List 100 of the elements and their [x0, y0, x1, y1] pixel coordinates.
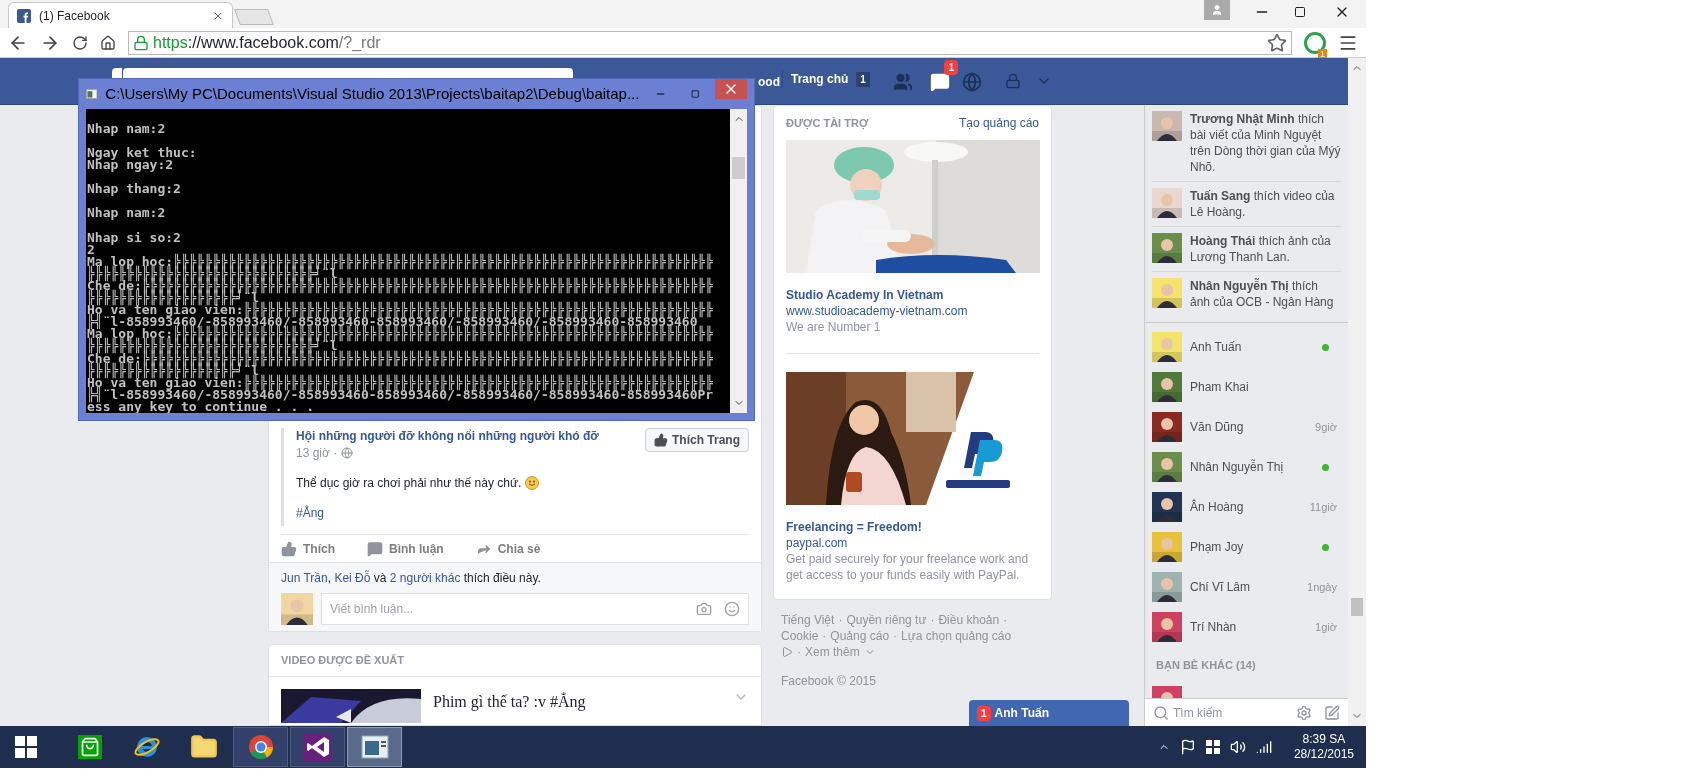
- search-placeholder: Tìm kiếm: [1173, 704, 1224, 722]
- section-header: BẠN BÈ KHÁC (14): [1156, 658, 1257, 674]
- last-active: 1giờ: [1315, 619, 1337, 635]
- extension-badge: 1: [1318, 48, 1327, 59]
- taskbar-app[interactable]: [290, 727, 345, 767]
- clock[interactable]: 8:39 SA 28/12/2015: [1293, 732, 1354, 762]
- profile-link[interactable]: Jun Trần: [281, 571, 328, 585]
- browser-tab[interactable]: (1) Facebook: [8, 2, 233, 28]
- ad-title[interactable]: Freelancing = Freedom!: [786, 519, 1039, 535]
- video-title[interactable]: Phim gì thế ta? :v #Ẳng: [433, 693, 721, 723]
- last-active: 9giờ: [1315, 419, 1337, 435]
- speech-bubble-icon: [367, 540, 383, 557]
- ad-choices-icon[interactable]: [781, 646, 793, 658]
- star-icon[interactable]: [1267, 32, 1287, 53]
- lock-icon: [133, 34, 149, 51]
- infinity-icon[interactable]: [303, 733, 332, 761]
- window-title: C:\Users\My PC\Documents\Visual Studio 2013\Projects\baitap2\Debug\baitap...: [105, 83, 640, 104]
- ticker-text[interactable]: Trương Nhật Minh thích bài viết của Minh Nguyệt trên Dòng thời gian của Mýý Nhõ.: [1190, 111, 1341, 175]
- window-icon[interactable]: [360, 735, 389, 759]
- ad-url[interactable]: www.studioacademy-vietnam.com: [786, 303, 1039, 319]
- action-link[interactable]: Chia sẻ: [497, 539, 541, 558]
- post-time: 13 giờ ·: [296, 445, 338, 462]
- comment-placeholder: Viết bình luận...: [330, 601, 415, 618]
- scroll-thumb[interactable]: [732, 156, 745, 179]
- chat-contact[interactable]: Nhân Nguyễn Thị: [1152, 447, 1341, 487]
- flag-icon[interactable]: [1179, 739, 1196, 755]
- create-ad-link[interactable]: Tạo quảng cáo: [958, 114, 1039, 132]
- home-icon[interactable]: [100, 34, 116, 51]
- chat-contact[interactable]: Ân Hoàng 11giờ: [1152, 487, 1341, 527]
- restore-icon[interactable]: [1294, 6, 1306, 18]
- search-field[interactable]: [123, 68, 573, 78]
- hashtag-link[interactable]: #Ẳng: [296, 504, 325, 522]
- ad-title[interactable]: Studio Academy In Vietnam: [786, 287, 1039, 303]
- chat-contact[interactable]: Trí Nhàn 1giờ: [1152, 607, 1341, 647]
- windows-logo-icon[interactable]: [15, 736, 37, 758]
- action-link[interactable]: Bình luận: [389, 539, 444, 558]
- windows-logo-icon[interactable]: [1205, 740, 1220, 754]
- likes-summary: Jun Trần, Kei Đỗ và 2 người khác thích điều này.: [281, 569, 542, 587]
- store-icon[interactable]: [77, 735, 102, 759]
- messages-icon[interactable]: [930, 72, 950, 92]
- like-page-button[interactable]: Thích Trang: [645, 428, 749, 452]
- notification-badge: 1: [944, 60, 958, 75]
- separator: ·: [893, 628, 898, 644]
- compose-icon[interactable]: [1324, 704, 1340, 721]
- separator: ·: [838, 612, 843, 628]
- ticker-text[interactable]: Hoàng Thái thích ảnh của Lương Thanh Lan.: [1190, 233, 1341, 265]
- scroll-thumb[interactable]: [1351, 598, 1363, 616]
- signal-icon[interactable]: [1255, 739, 1272, 755]
- others-link[interactable]: 2 người khác: [389, 571, 461, 585]
- ticker-text[interactable]: Nhân Nguyễn Thị thích ảnh của OCB - Ngân Hàng: [1190, 278, 1341, 310]
- ad-description: We are Number 1: [786, 319, 882, 335]
- chat-contact[interactable]: Văn Dũng 9giờ: [1152, 407, 1341, 447]
- tab-title: (1) Facebook: [39, 7, 111, 25]
- console-line: 2: [87, 243, 95, 256]
- console-line: Nhap ngay:2: [87, 159, 175, 172]
- contact-name: Phạm Joy: [1190, 539, 1245, 556]
- folder-icon[interactable]: [189, 733, 218, 761]
- action-link[interactable]: Thích: [303, 539, 335, 558]
- separator: ·: [1003, 612, 1008, 628]
- contact-name: Nhân Nguyễn Thị: [1190, 458, 1285, 476]
- scrollbar[interactable]: [1348, 58, 1366, 726]
- chat-tab[interactable]: 1 Anh Tuấn: [969, 700, 1129, 726]
- console-icon: [86, 86, 98, 101]
- chat-contact[interactable]: Anh Tuấn: [1152, 327, 1341, 367]
- search-icon: [1153, 704, 1169, 721]
- contact-name: Trí Nhàn: [1190, 619, 1238, 636]
- home-link[interactable]: Trang chủ: [791, 70, 849, 88]
- maximize-icon[interactable]: [690, 87, 700, 100]
- close-button[interactable]: [715, 79, 747, 99]
- contact-name: Chí Vĩ Lâm: [1190, 579, 1252, 596]
- profile-link[interactable]: Kei Đỗ: [334, 571, 371, 585]
- ad-url[interactable]: paypal.com: [786, 535, 1039, 551]
- console-line: Nhap nam:2: [87, 122, 167, 135]
- reload-icon[interactable]: [72, 34, 88, 51]
- separator: ·: [797, 644, 801, 660]
- post-text: Thể dục giờ ra chơi phải như thế này chứ.: [296, 475, 522, 492]
- ad-description: Get paid securely for your freelance work and get access to your funds easily with PayPal.: [786, 551, 1030, 583]
- scrollbar[interactable]: [730, 108, 747, 413]
- separator: ·: [930, 612, 935, 628]
- contact-name: Pham Khai: [1190, 379, 1250, 396]
- chat-contact[interactable]: Chí Vĩ Lâm 1ngày: [1152, 567, 1341, 607]
- copyright: Facebook © 2015: [780, 673, 877, 690]
- contact-name: Văn Dũng: [1190, 419, 1245, 436]
- contact-name: Ân Hoàng: [1190, 498, 1245, 516]
- taskbar-app[interactable]: [233, 727, 288, 767]
- page-name[interactable]: Hội những người đỡ không nổi những người khó đỡ: [296, 428, 637, 444]
- address-bar[interactable]: https://www.facebook.com/?_rdr: [128, 30, 1292, 55]
- section-header: VIDEO ĐƯỢC ĐỀ XUẤT: [281, 653, 405, 669]
- ticker-text[interactable]: Tuấn Sang thích video của Lê Hoàng.: [1190, 188, 1341, 220]
- chat-contact[interactable]: Pham Khai: [1152, 367, 1341, 407]
- chat-contact[interactable]: Phạm Joy: [1152, 527, 1341, 567]
- smiley-icon: [525, 476, 540, 490]
- facebook-logo-icon[interactable]: [112, 68, 122, 78]
- console-line: Nhap thang:2: [87, 183, 182, 196]
- settings-icon[interactable]: [1296, 704, 1312, 721]
- profile-name[interactable]: ood: [758, 73, 780, 91]
- chat-tab-name: Anh Tuấn: [994, 705, 1049, 722]
- volume-icon[interactable]: [1229, 739, 1246, 755]
- chrome-icon[interactable]: [247, 734, 274, 760]
- thumbs-up-icon: [281, 540, 297, 557]
